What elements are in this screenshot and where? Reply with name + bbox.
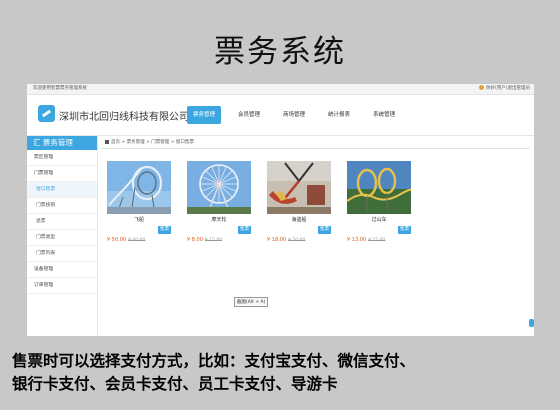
- ticket-old-price: ¥ 15.00: [204, 238, 223, 243]
- sidebar-item-orders[interactable]: 订单管理: [27, 278, 97, 294]
- ticket-old-price: ¥ 15.00: [368, 238, 386, 243]
- nav-statistics[interactable]: 统计报表: [322, 106, 356, 124]
- sidebar: 汇 票务管理 票区管理 门票管理 窗口售票 门票核销 退票 门票类型 门票列表 …: [27, 136, 98, 336]
- sidebar-item-ticket-list[interactable]: 门票列表: [27, 246, 97, 262]
- sidebar-item-ticket-types[interactable]: 门票类型: [27, 230, 97, 246]
- ticket-old-price: ¥ 60.00: [128, 238, 146, 243]
- price-row: ¥ 13.00 ¥ 15.00 售票: [347, 226, 411, 243]
- sell-button[interactable]: 售票: [398, 226, 411, 234]
- nav-system-management[interactable]: 系统管理: [367, 106, 401, 124]
- ticket-image-spaceship[interactable]: [107, 161, 171, 214]
- ticket-price: ¥ 13.00: [347, 237, 367, 243]
- nav-ticket-management[interactable]: 票务管理: [187, 106, 222, 124]
- ticket-image-ferris-wheel[interactable]: [187, 161, 251, 214]
- slide-caption: 售票时可以选择支付方式，比如：支付宝支付、微信支付、 银行卡支付、会员卡支付、员…: [12, 349, 552, 395]
- home-icon: [105, 139, 109, 144]
- sell-button[interactable]: 售票: [158, 226, 171, 234]
- top-bar: 欢迎使用智慧票务管理系统 你好(用户)退出管理员: [27, 84, 534, 95]
- ticket-image-pirate-ship[interactable]: [267, 161, 331, 214]
- price-row: ¥ 18.00 ¥ 20.00 售票: [267, 226, 331, 243]
- sell-button[interactable]: 售票: [318, 226, 331, 234]
- sidebar-heading: 汇 票务管理: [27, 136, 97, 150]
- ticket-card: 海盗船 ¥ 18.00 ¥ 20.00 售票: [267, 161, 331, 243]
- app-screenshot: 欢迎使用智慧票务管理系统 你好(用户)退出管理员 深圳市北回归线科技有限公司 票…: [27, 84, 534, 336]
- ticket-card: 摩天轮 ¥ 8.00 ¥ 15.00 售票: [187, 161, 251, 243]
- scroll-handle[interactable]: [529, 319, 534, 327]
- ticket-image-roller-coaster[interactable]: [347, 161, 411, 214]
- ticket-price: ¥ 18.00: [267, 237, 287, 243]
- header: 深圳市北回归线科技有限公司 票务管理 会员管理 商场管理 统计报表 系统管理: [27, 95, 534, 136]
- breadcrumb-text: 首页 > 票务管理 > 门票管理 > 窗口售票: [111, 140, 194, 145]
- welcome-text: 欢迎使用智慧票务管理系统: [33, 86, 87, 91]
- breadcrumb: 首页 > 票务管理 > 门票管理 > 窗口售票: [105, 139, 194, 145]
- ticket-price: ¥ 50.00: [107, 237, 127, 243]
- ticket-name: 海盗船: [291, 217, 307, 223]
- divider: [101, 148, 530, 149]
- nav-mall-management[interactable]: 商场管理: [277, 106, 311, 124]
- sell-button[interactable]: 售票: [238, 226, 251, 234]
- sidebar-item-devices[interactable]: 设备管理: [27, 262, 97, 278]
- ticket-name: 飞船: [133, 217, 144, 223]
- user-label: 你好(用户)退出管理员: [485, 86, 530, 91]
- nav-member-management[interactable]: 会员管理: [232, 106, 266, 124]
- screenshot-tooltip: 截图(Alt + A): [234, 297, 269, 307]
- price-row: ¥ 50.00 ¥ 60.00 售票: [107, 226, 171, 243]
- sidebar-item-refund[interactable]: 退票: [27, 214, 97, 230]
- user-icon: [478, 85, 484, 90]
- company-name: 深圳市北回归线科技有限公司: [59, 112, 189, 123]
- slide-title: 票务系统: [214, 34, 346, 70]
- sidebar-item-zone[interactable]: 票区管理: [27, 150, 97, 166]
- price-row: ¥ 8.00 ¥ 15.00 售票: [187, 226, 251, 243]
- sidebar-item-window-sale[interactable]: 窗口售票: [27, 182, 97, 198]
- caption-line-1: 售票时可以选择支付方式，比如：支付宝支付、微信支付、: [12, 351, 416, 370]
- user-menu[interactable]: 你好(用户)退出管理员: [478, 85, 530, 91]
- caption-line-2: 银行卡支付、会员卡支付、员工卡支付、导游卡: [12, 374, 338, 393]
- logo-icon: [38, 105, 55, 122]
- ticket-card: 飞船 ¥ 50.00 ¥ 60.00 售票: [107, 161, 171, 243]
- ticket-old-price: ¥ 20.00: [288, 238, 306, 243]
- sidebar-item-verify[interactable]: 门票核销: [27, 198, 97, 214]
- ticket-price: ¥ 8.00: [187, 237, 203, 243]
- ticket-name: 摩天轮: [211, 217, 227, 223]
- ticket-name: 过山车: [371, 217, 387, 223]
- sidebar-item-tickets[interactable]: 门票管理: [27, 166, 97, 182]
- main-nav: 票务管理 会员管理 商场管理 统计报表 系统管理: [187, 106, 412, 124]
- ticket-card: 过山车 ¥ 13.00 ¥ 15.00 售票: [347, 161, 411, 243]
